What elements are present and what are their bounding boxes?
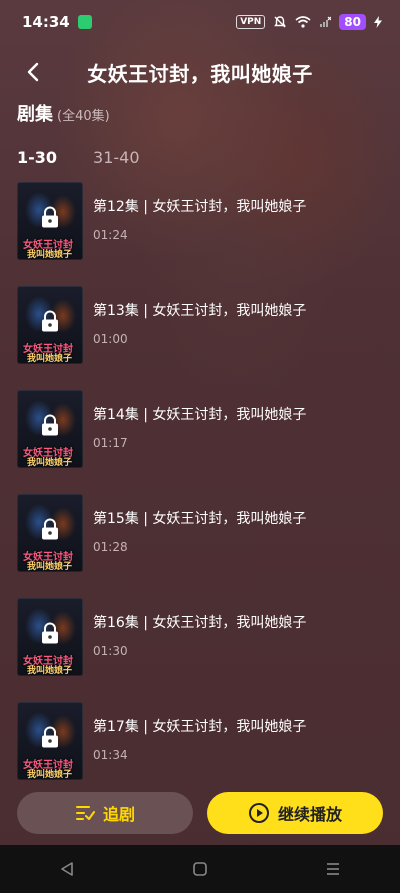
thumbnail-title-line2: 我叫她娘子	[27, 562, 73, 572]
episode-title: 第17集 | 女妖王讨封，我叫她娘子	[93, 719, 307, 735]
charging-icon	[374, 16, 382, 28]
thumbnail-title-line2: 我叫她娘子	[27, 458, 73, 468]
nav-back-icon[interactable]	[59, 861, 75, 877]
episode-range-tabs: 1-30 31-40	[17, 148, 140, 167]
section-label: 剧集	[17, 104, 53, 125]
nav-home-icon[interactable]	[192, 861, 208, 877]
episode-item[interactable]: 女妖王讨封 我叫她娘子 第12集 | 女妖王讨封，我叫她娘子 01:24	[17, 182, 383, 286]
follow-label: 追剧	[102, 805, 135, 824]
episode-item[interactable]: 女妖王讨封 我叫她娘子 第15集 | 女妖王讨封，我叫她娘子 01:28	[17, 494, 383, 598]
episode-duration: 01:00	[93, 332, 128, 346]
lock-icon	[42, 726, 58, 748]
bottom-action-bar: 追剧 继续播放	[17, 792, 383, 834]
wifi-icon	[295, 16, 311, 28]
episode-thumbnail: 女妖王讨封 我叫她娘子	[17, 286, 83, 364]
episode-duration: 01:28	[93, 540, 128, 554]
episode-title: 第12集 | 女妖王讨封，我叫她娘子	[93, 199, 307, 215]
vpn-badge: VPN	[236, 15, 266, 29]
battery-level: 80	[339, 14, 366, 30]
episode-duration: 01:30	[93, 644, 128, 658]
episode-title: 第13集 | 女妖王讨封，我叫她娘子	[93, 303, 307, 319]
mute-bell-icon	[274, 16, 287, 28]
lock-icon	[42, 622, 58, 644]
episode-thumbnail: 女妖王讨封 我叫她娘子	[17, 702, 83, 780]
lock-icon	[42, 414, 58, 436]
notification-app-icon	[77, 15, 92, 29]
play-circle-icon	[248, 803, 269, 823]
list-check-icon	[75, 806, 95, 820]
episodes-section-header: 剧集 (全40集)	[17, 100, 110, 126]
nav-menu-icon[interactable]	[325, 861, 341, 877]
episode-total: (全40集)	[57, 109, 110, 124]
episode-title: 第14集 | 女妖王讨封，我叫她娘子	[93, 407, 307, 423]
episode-duration: 01:34	[93, 748, 128, 762]
back-arrow-icon[interactable]	[22, 60, 46, 84]
lock-icon	[42, 206, 58, 228]
top-header: 女妖王讨封，我叫她娘子	[0, 52, 400, 92]
episode-thumbnail: 女妖王讨封 我叫她娘子	[17, 390, 83, 468]
episode-item[interactable]: 女妖王讨封 我叫她娘子 第16集 | 女妖王讨封，我叫她娘子 01:30	[17, 598, 383, 702]
lock-icon	[42, 310, 58, 332]
lock-icon	[42, 518, 58, 540]
thumbnail-title-line2: 我叫她娘子	[27, 354, 73, 364]
system-nav-bar	[0, 845, 400, 893]
continue-play-label: 继续播放	[277, 805, 342, 824]
episode-item[interactable]: 女妖王讨封 我叫她娘子 第17集 | 女妖王讨封，我叫她娘子 01:34	[17, 702, 383, 806]
tab-31-40[interactable]: 31-40	[93, 148, 140, 167]
episode-duration: 01:24	[93, 228, 128, 242]
episode-thumbnail: 女妖王讨封 我叫她娘子	[17, 598, 83, 676]
tab-1-30[interactable]: 1-30	[17, 148, 57, 167]
episode-thumbnail: 女妖王讨封 我叫她娘子	[17, 494, 83, 572]
episode-item[interactable]: 女妖王讨封 我叫她娘子 第14集 | 女妖王讨封，我叫她娘子 01:17	[17, 390, 383, 494]
thumbnail-title-line2: 我叫她娘子	[27, 770, 73, 780]
continue-play-button[interactable]: 继续播放	[207, 792, 383, 834]
episode-list: 女妖王讨封 我叫她娘子 第12集 | 女妖王讨封，我叫她娘子 01:24 女妖王…	[17, 182, 383, 806]
episode-title: 第15集 | 女妖王讨封，我叫她娘子	[93, 511, 307, 527]
episode-item[interactable]: 女妖王讨封 我叫她娘子 第13集 | 女妖王讨封，我叫她娘子 01:00	[17, 286, 383, 390]
follow-button[interactable]: 追剧	[17, 792, 193, 834]
episode-thumbnail: 女妖王讨封 我叫她娘子	[17, 182, 83, 260]
status-bar: 14:34 VPN 80	[0, 0, 400, 44]
page-title: 女妖王讨封，我叫她娘子	[87, 61, 313, 86]
status-time: 14:34	[22, 13, 70, 31]
episode-duration: 01:17	[93, 436, 128, 450]
episode-title: 第16集 | 女妖王讨封，我叫她娘子	[93, 615, 307, 631]
thumbnail-title-line2: 我叫她娘子	[27, 250, 73, 260]
no-signal-icon	[320, 16, 332, 27]
thumbnail-title-line2: 我叫她娘子	[27, 666, 73, 676]
